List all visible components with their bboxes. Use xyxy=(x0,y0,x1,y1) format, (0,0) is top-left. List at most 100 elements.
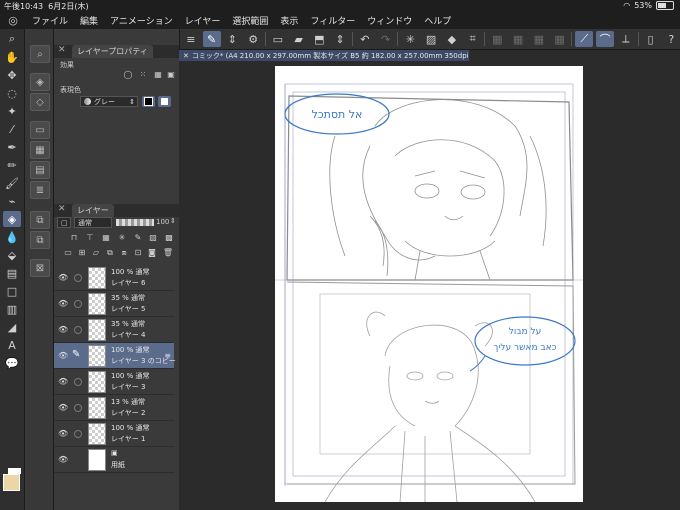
pen-icon[interactable]: ✒ xyxy=(3,139,21,155)
open-folder-icon[interactable]: ▰ xyxy=(290,31,308,47)
special-ruler-snap-icon[interactable]: ⌒ xyxy=(596,31,614,47)
subtool-eraser-soft-icon[interactable]: ◇ xyxy=(30,93,50,111)
canvas-paper[interactable]: אל תסתכל על מבול כאב מאשר עליך xyxy=(275,66,583,502)
layer-mask-icon[interactable]: ⊡ xyxy=(132,247,144,258)
smartphone-icon[interactable]: ▯ xyxy=(642,31,660,47)
subtool-eraser-hard-icon[interactable]: ◈ xyxy=(30,73,50,91)
layer-row-active[interactable]: 👁 ✎ 100 % 通常 レイヤー 3 のコピー ≡ xyxy=(54,343,176,369)
figure-icon[interactable]: □ xyxy=(3,283,21,299)
grid-snap-icon[interactable]: ⟂ xyxy=(617,31,635,47)
chevron-updown-icon[interactable]: ⇕ xyxy=(170,217,176,225)
hand-icon[interactable]: ✋ xyxy=(3,49,21,65)
layer-select-toggle[interactable] xyxy=(74,300,82,308)
layer-menu-icon[interactable]: ≡ xyxy=(164,351,171,360)
text-icon[interactable]: A xyxy=(3,337,21,353)
eraser-icon[interactable]: ◈ xyxy=(3,211,21,227)
menu-animation[interactable]: アニメーション xyxy=(110,14,173,27)
effect-border-icon[interactable]: ◯ xyxy=(122,69,134,80)
magic-wand-icon[interactable]: ✦ xyxy=(3,103,21,119)
chevron-updown-icon[interactable]: ⇕ xyxy=(224,31,242,47)
layer-row[interactable]: 👁 100 % 通常 レイヤー 3 xyxy=(54,369,174,395)
new-raster-layer-icon[interactable]: ▭ xyxy=(62,247,74,258)
subtool-panel-icon-4[interactable]: ≣ xyxy=(30,181,50,199)
layer-row[interactable]: 👁 100 % 通常 レイヤー 1 xyxy=(54,421,174,447)
blend-mode-select[interactable]: 通常 xyxy=(74,217,112,228)
layer-row[interactable]: 👁 35 % 通常 レイヤー 4 xyxy=(54,317,174,343)
menu-help[interactable]: ヘルプ xyxy=(424,14,451,27)
layer-property-tab[interactable]: レイヤープロパティ xyxy=(72,45,153,58)
selection-icon-4[interactable]: ▦ xyxy=(551,31,569,47)
menu-filter[interactable]: フィルター xyxy=(310,14,355,27)
ruler-icon[interactable]: ◢ xyxy=(3,319,21,335)
menu-file[interactable]: ファイル xyxy=(32,14,68,27)
layer-row[interactable]: 👁 35 % 通常 レイヤー 5 xyxy=(54,291,174,317)
expression-color-select[interactable]: グレー ⇕ xyxy=(80,96,138,107)
settings-icon[interactable]: ⚙ xyxy=(244,31,262,47)
eye-icon[interactable]: 👁 xyxy=(58,273,68,282)
layer-color-select[interactable]: ▢ xyxy=(57,217,71,228)
layer-row[interactable]: 👁 100 % 通常 レイヤー 6 xyxy=(54,265,174,291)
white-color-button[interactable] xyxy=(158,96,171,107)
eye-icon[interactable]: 👁 xyxy=(58,403,68,412)
reference-icon[interactable]: ✳ xyxy=(116,232,128,243)
document-tab[interactable]: ✕ コミック* (A4 210.00 x 297.00mm 製本サイズ B5 約… xyxy=(179,50,469,61)
airbrush-icon[interactable]: ⌁ xyxy=(3,193,21,209)
pencil-icon[interactable]: ✏ xyxy=(3,157,21,173)
layer-select-toggle[interactable] xyxy=(74,326,82,334)
undo-icon[interactable]: ↶ xyxy=(356,31,374,47)
effect-mask-icon[interactable]: ▦ xyxy=(152,69,164,80)
ruler-snap-icon[interactable]: ⟋ xyxy=(575,31,594,47)
effect-color-icon[interactable]: ▣ xyxy=(165,69,177,80)
lasso-icon[interactable]: ◌ xyxy=(3,85,21,101)
subtool-layers-icon[interactable]: ⧉ xyxy=(30,211,50,229)
eye-icon[interactable]: 👁 xyxy=(58,351,68,360)
eye-icon[interactable]: 👁 xyxy=(58,299,68,308)
help-icon[interactable]: ? xyxy=(662,31,680,47)
balloon-icon[interactable]: 💬 xyxy=(3,355,21,371)
blend-icon[interactable]: 💧 xyxy=(3,229,21,245)
clip-icon[interactable]: ⊤ xyxy=(84,232,96,243)
move-icon[interactable]: ✥ xyxy=(3,67,21,83)
eye-icon[interactable]: 👁 xyxy=(58,455,68,464)
brush-icon[interactable]: 🖌 xyxy=(3,175,21,191)
merge-down-icon[interactable]: ⧈ xyxy=(118,247,130,258)
subtool-layers-icon-2[interactable]: ⧉ xyxy=(30,231,50,249)
subtool-search-icon[interactable]: ⌕ xyxy=(30,45,50,63)
crop-icon[interactable]: ⌗ xyxy=(464,31,482,47)
mask-icon[interactable]: ▧ xyxy=(147,232,159,243)
layer-select-toggle[interactable] xyxy=(74,274,82,282)
new-file-icon[interactable]: ▭ xyxy=(269,31,287,47)
layer-select-toggle[interactable] xyxy=(74,430,82,438)
layer-row[interactable]: 👁 13 % 通常 レイヤー 2 xyxy=(54,395,174,421)
close-icon[interactable]: ✕ xyxy=(58,204,66,214)
menu-layer[interactable]: レイヤー xyxy=(185,14,221,27)
ruler-link-icon[interactable]: ▩ xyxy=(163,232,175,243)
menu-edit[interactable]: 編集 xyxy=(80,14,98,27)
menu-view[interactable]: 表示 xyxy=(280,14,298,27)
redo-icon[interactable]: ↷ xyxy=(377,31,395,47)
chevron-updown-icon-2[interactable]: ⇕ xyxy=(331,31,349,47)
subtool-panel-icon-2[interactable]: ▦ xyxy=(30,141,50,159)
subtool-close-icon[interactable]: ⊠ xyxy=(30,259,50,277)
eyedropper-icon[interactable]: ⁄ xyxy=(3,121,21,137)
delete-layer-icon[interactable]: 🗑 xyxy=(162,247,174,258)
menu-window[interactable]: ウィンドウ xyxy=(367,14,412,27)
selection-icon-2[interactable]: ▦ xyxy=(509,31,527,47)
selection-icon-3[interactable]: ▦ xyxy=(530,31,548,47)
layer-select-toggle[interactable] xyxy=(74,404,82,412)
layer-panel-tab[interactable]: レイヤー xyxy=(72,204,114,217)
close-icon[interactable]: ✕ xyxy=(58,45,66,55)
apply-mask-icon[interactable]: ◙ xyxy=(146,247,158,258)
gradient-icon[interactable]: ▤ xyxy=(3,265,21,281)
close-icon[interactable]: ✕ xyxy=(183,52,189,60)
copy-layer-icon[interactable]: ⧉ xyxy=(104,247,116,258)
eye-icon[interactable]: 👁 xyxy=(58,325,68,334)
draft-icon[interactable]: ✎ xyxy=(132,232,144,243)
new-vector-layer-icon[interactable]: ⊞ xyxy=(76,247,88,258)
new-folder-icon[interactable]: ▱ xyxy=(90,247,102,258)
subtool-panel-icon-3[interactable]: ▤ xyxy=(30,161,50,179)
eye-icon[interactable]: 👁 xyxy=(58,377,68,386)
transparency-lock-icon[interactable]: ▦ xyxy=(100,232,112,243)
new-document-icon[interactable]: ✎ xyxy=(202,31,221,47)
fill-bucket-icon[interactable]: ⬙ xyxy=(3,247,21,263)
